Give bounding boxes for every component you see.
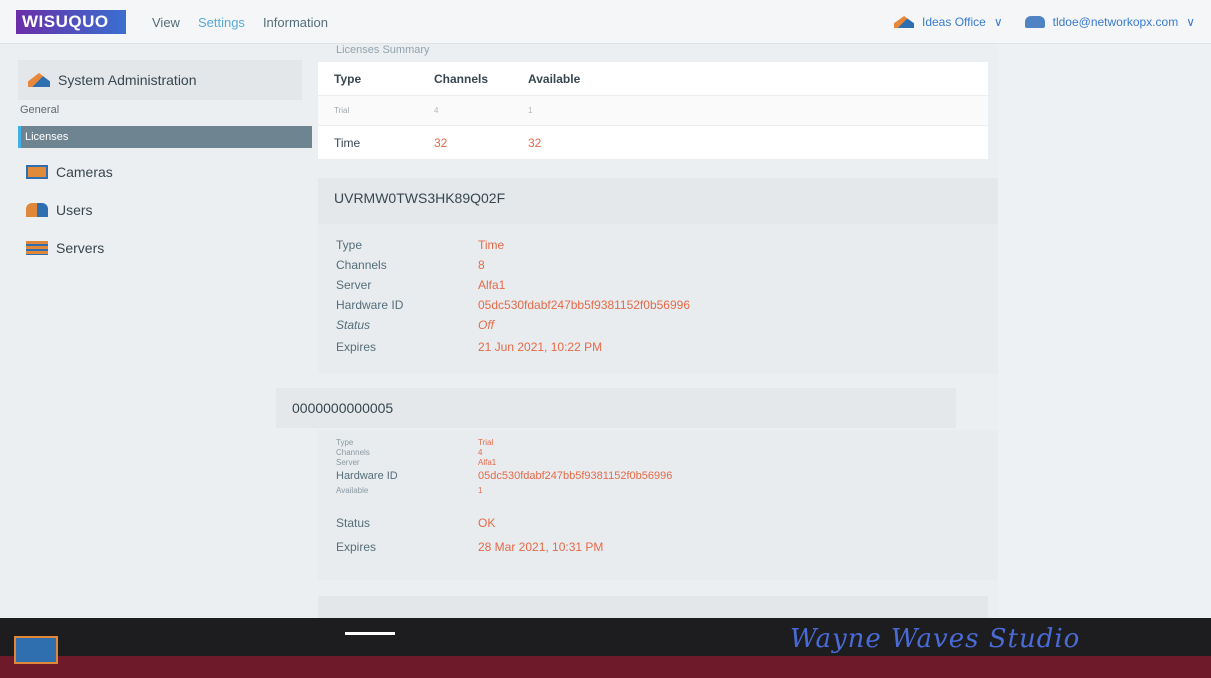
field-value: 4 [478, 448, 483, 457]
taskbar-stripe [0, 656, 1211, 678]
license-field: Server Alfa1 [336, 458, 496, 467]
field-value: 28 Mar 2021, 10:31 PM [478, 540, 604, 554]
field-value: 8 [478, 258, 485, 272]
field-label: Expires [336, 540, 377, 554]
cell-type: Trial [334, 106, 350, 115]
field-value: Alfa1 [478, 458, 497, 467]
field-label: Type [336, 238, 363, 252]
field-value: OK [478, 516, 496, 530]
license-field: Hardware ID 05dc530fdabf247bb5f9381152f0b… [336, 470, 672, 482]
taskbar: Wayne Waves Studio [0, 618, 1211, 678]
user-icon [1024, 16, 1045, 28]
sidebar: System Administration General Licenses C… [0, 44, 318, 618]
field-value: Trial [478, 438, 494, 447]
license-id: UVRMW0TWS3HK89Q02F [334, 190, 506, 206]
summary-heading: Licenses Summary [336, 44, 430, 56]
license-field: Status Off [336, 318, 494, 332]
field-label: Server [336, 278, 372, 292]
cell-available: 1 [528, 106, 533, 115]
sidebar-item-general[interactable]: General [18, 104, 302, 122]
home-icon [894, 16, 914, 28]
field-label: Hardware ID [336, 470, 398, 482]
nav-settings[interactable]: Settings [198, 15, 245, 30]
sidebar-item-label: Cameras [56, 164, 113, 180]
start-icon[interactable] [14, 636, 58, 664]
licenses-summary-table: Type Channels Available Trial 4 1 Time 3… [318, 62, 988, 160]
table-header-row: Type Channels Available [318, 62, 988, 96]
main-nav: View Settings Information [152, 0, 328, 44]
sidebar-item-label: Users [56, 202, 93, 218]
field-value: 1 [478, 486, 483, 495]
nav-information[interactable]: Information [263, 15, 328, 30]
license-card-header: 0000000000005 [276, 388, 956, 428]
sidebar-item-cameras[interactable]: Cameras [26, 164, 113, 180]
license-details: Type Time Channels 8 Server Alfa1 Hardware … [318, 224, 998, 374]
table-row: Time 32 32 [318, 126, 988, 160]
sidebar-section-label: System Administration [58, 72, 197, 88]
user-email: tldoe@networkopx.com [1052, 15, 1179, 29]
sidebar-item-servers[interactable]: Servers [26, 240, 104, 256]
field-label: Expires [336, 340, 377, 354]
column-header-type: Type [334, 71, 362, 86]
field-value: Time [478, 238, 505, 252]
field-label: Server [336, 458, 360, 467]
main-content: Licenses Summary Type Channels Available… [276, 44, 998, 618]
field-value: 21 Jun 2021, 10:22 PM [478, 340, 603, 354]
field-label: Status [336, 516, 371, 530]
cell-available: 32 [528, 135, 542, 150]
license-field: Channels 8 [336, 258, 485, 272]
column-header-available: Available [528, 71, 581, 86]
sidebar-item-licenses[interactable]: Licenses [18, 126, 312, 148]
users-icon [26, 203, 48, 217]
sidebar-section-system-administration[interactable]: System Administration [18, 60, 302, 100]
license-field: Channels 4 [336, 448, 482, 457]
cell-channels: 32 [434, 135, 448, 150]
license-card-partial [318, 596, 988, 618]
camera-icon [26, 165, 48, 179]
license-field: Status OK [336, 516, 495, 530]
license-id: 0000000000005 [292, 400, 394, 416]
field-label: Available [336, 486, 369, 495]
license-field: Available 1 [336, 486, 482, 495]
tenant-name: Ideas Office [922, 15, 986, 29]
app-logo[interactable]: WISUQUO [16, 10, 126, 34]
license-field: Hardware ID 05dc530fdabf247bb5f9381152f0b… [336, 298, 690, 312]
field-value: 05dc530fdabf247bb5f9381152f0b56996 [478, 470, 673, 482]
sidebar-item-users[interactable]: Users [26, 202, 93, 218]
license-field: Server Alfa1 [336, 278, 505, 292]
license-field: Expires 21 Jun 2021, 10:22 PM [336, 340, 602, 354]
field-value: Off [478, 318, 495, 332]
right-panel [998, 44, 1211, 618]
license-card: UVRMW0TWS3HK89Q02F Type Time Channels 8 Se… [318, 178, 998, 374]
column-header-channels: Channels [434, 71, 489, 86]
top-bar: WISUQUO View Settings Information Ideas … [0, 0, 1211, 44]
field-value: Alfa1 [478, 278, 506, 292]
field-value: 05dc530fdabf247bb5f9381152f0b56996 [478, 298, 690, 312]
servers-icon [26, 241, 48, 255]
footer-script-text: Wayne Waves Studio [790, 624, 1081, 654]
sidebar-item-label: Servers [56, 240, 105, 256]
table-row: Trial 4 1 [318, 96, 988, 126]
taskbar-divider [345, 632, 395, 635]
home-icon [28, 73, 50, 87]
chevron-down-icon: ∨ [1186, 15, 1195, 29]
field-label: Channels [336, 448, 370, 457]
license-details: Type Trial Channels 4 Server Alfa1 Hardware… [318, 430, 998, 580]
field-label: Type [336, 438, 354, 447]
license-field: Expires 28 Mar 2021, 10:31 PM [336, 540, 603, 554]
nav-view[interactable]: View [152, 15, 180, 30]
chevron-down-icon: ∨ [993, 15, 1003, 29]
cell-channels: 4 [434, 106, 439, 115]
field-label: Channels [336, 258, 387, 272]
top-right-menu: Ideas Office ∨ tldoe@networkopx.com ∨ [894, 0, 1195, 44]
field-label: Hardware ID [336, 298, 404, 312]
cell-type: Time [334, 135, 361, 150]
license-field: Type Time [336, 238, 504, 252]
tenant-menu[interactable]: Ideas Office ∨ [894, 15, 1003, 29]
user-menu[interactable]: tldoe@networkopx.com ∨ [1024, 15, 1195, 29]
license-field: Type Trial [336, 438, 493, 447]
field-label: Status [336, 318, 371, 332]
